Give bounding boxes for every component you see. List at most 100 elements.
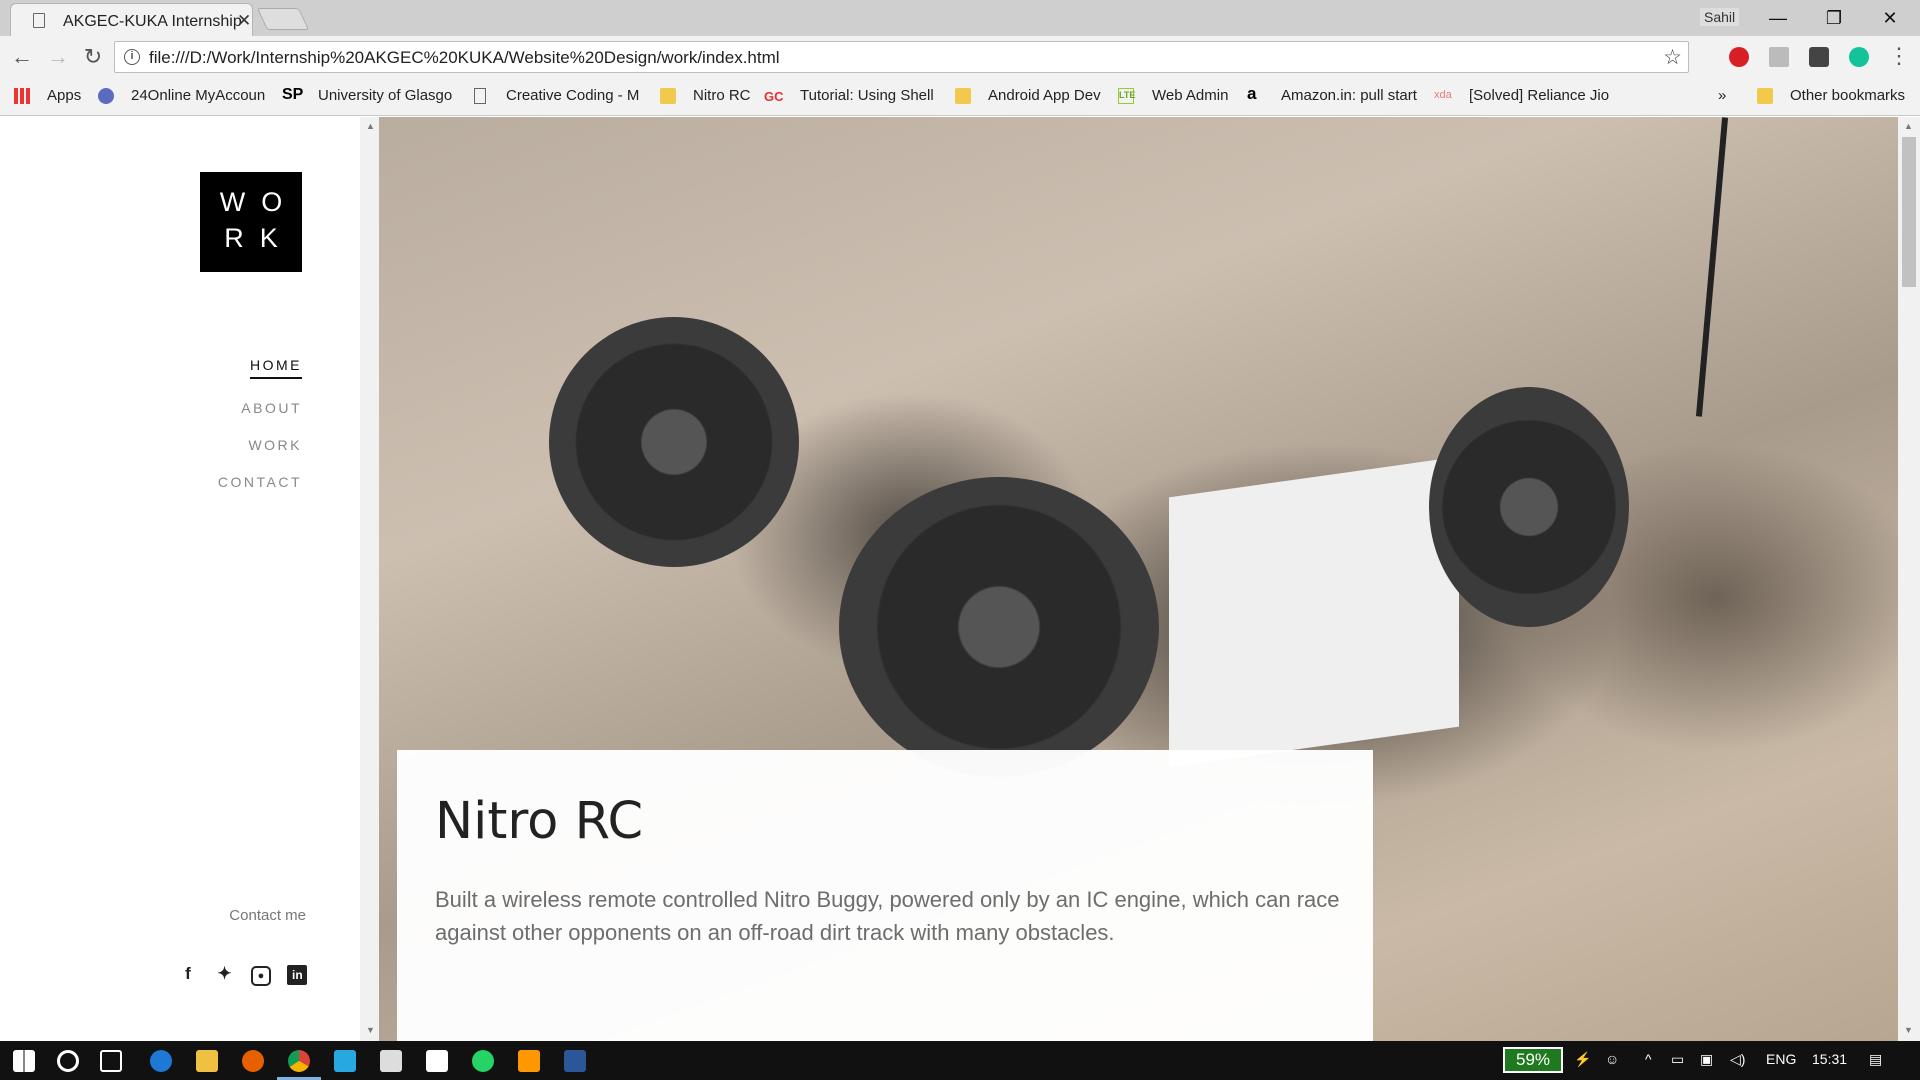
chrome-menu-icon[interactable]: ⋮ [1888, 43, 1910, 69]
people-icon[interactable]: ☺ [1605, 1051, 1619, 1067]
sidebar-scrollbar[interactable]: ▲ ▼ [360, 117, 379, 1041]
bookmark-creative-coding[interactable]: Creative Coding - M [506, 87, 639, 104]
project-title: Nitro RC [435, 792, 644, 851]
word-icon[interactable] [564, 1050, 586, 1072]
bookmarks-overflow-icon[interactable]: » [1718, 87, 1726, 104]
bookmark-web-admin[interactable]: Web Admin [1152, 87, 1228, 104]
reload-icon[interactable]: ↻ [79, 44, 107, 70]
sublime-text-icon[interactable] [518, 1050, 540, 1072]
linkedin-icon[interactable]: in [287, 965, 308, 985]
network-icon[interactable]: ▣ [1700, 1051, 1713, 1068]
page-icon [33, 13, 45, 28]
scroll-down-arrow-icon[interactable]: ▼ [1904, 1025, 1913, 1035]
minimize-button[interactable]: — [1754, 4, 1802, 32]
scrollbar-thumb[interactable] [1902, 137, 1916, 287]
page-icon [474, 88, 486, 104]
lte-icon: LTE [1118, 88, 1135, 104]
bookmark-apps[interactable]: Apps [47, 87, 81, 104]
keeper-icon[interactable] [1809, 47, 1829, 67]
restore-button[interactable]: ❐ [1810, 4, 1858, 32]
browser-toolbar: ← → ↻ i file:///D:/Work/Internship%20AKG… [0, 36, 1920, 78]
web-page: WO RK HOME ABOUT WORK CONTACT Contact me… [0, 117, 1920, 1041]
task-view-icon[interactable] [100, 1050, 122, 1072]
edge-icon[interactable] [150, 1050, 172, 1072]
language-indicator[interactable]: ENG [1766, 1051, 1796, 1067]
logo-line: WO [219, 187, 299, 217]
bookmark-reliance-jio[interactable]: [Solved] Reliance Jio [1469, 87, 1609, 104]
hero-image: Nitro RC Built a wireless remote control… [379, 117, 1898, 1041]
new-tab-button[interactable] [256, 8, 310, 30]
opera-vpn-icon[interactable] [1729, 47, 1749, 67]
rear-wheel [549, 317, 799, 567]
apps-grid-icon [14, 88, 30, 104]
logo-line: RK [224, 223, 294, 253]
nav-home[interactable]: HOME [250, 357, 302, 379]
bookmark-other-bookmarks[interactable]: Other bookmarks [1790, 87, 1905, 104]
gc-icon: GC [764, 89, 784, 104]
action-center-icon[interactable]: ▤ [1869, 1051, 1882, 1068]
scroll-down-arrow-icon[interactable]: ▼ [366, 1025, 375, 1035]
tab-title: AKGEC-KUKA Internship [63, 13, 242, 30]
work-logo[interactable]: WO RK [200, 172, 302, 272]
scroll-up-arrow-icon[interactable]: ▲ [1904, 121, 1913, 131]
whatsapp-icon[interactable] [472, 1050, 494, 1072]
forward-arrow-icon[interactable]: → [44, 44, 72, 70]
bookmark-24online[interactable]: 24Online MyAccoun [131, 87, 265, 104]
bookmark-tutorial-using-shell[interactable]: Tutorial: Using Shell [800, 87, 934, 104]
facebook-icon[interactable]: f [178, 964, 198, 984]
battery-indicator[interactable]: 59% [1503, 1047, 1563, 1073]
battery-tray-icon[interactable]: ▭ [1671, 1051, 1684, 1068]
firefox-icon[interactable] [242, 1050, 264, 1072]
extension-icon[interactable] [1769, 47, 1789, 67]
cortana-icon[interactable] [57, 1050, 79, 1072]
nav-contact[interactable]: CONTACT [218, 474, 302, 490]
back-arrow-icon[interactable]: ← [8, 44, 36, 70]
xda-icon: xda [1434, 89, 1452, 101]
scroll-up-arrow-icon[interactable]: ▲ [366, 121, 375, 131]
bookmark-star-icon[interactable]: ☆ [1663, 45, 1682, 70]
right-wheel [1429, 387, 1629, 627]
contact-me-label: Contact me [229, 907, 306, 924]
folder-icon [955, 88, 971, 104]
clock[interactable]: 15:31 [1812, 1051, 1847, 1067]
power-icon[interactable]: ⚡ [1574, 1051, 1591, 1068]
white-box [1169, 456, 1459, 768]
main-nav: HOME ABOUT WORK CONTACT [218, 357, 302, 511]
bookmark-nitro-rc[interactable]: Nitro RC [693, 87, 751, 104]
twitter-icon[interactable]: ✦ [214, 964, 234, 984]
windows-start-icon[interactable] [13, 1050, 35, 1072]
mail-icon[interactable] [426, 1050, 448, 1072]
app-l-icon[interactable] [334, 1050, 356, 1072]
url-text[interactable]: file:///D:/Work/Internship%20AKGEC%20KUK… [149, 48, 780, 68]
chrome-icon[interactable] [288, 1050, 310, 1072]
sp-logo-icon: SP [282, 86, 304, 103]
info-icon[interactable]: i [124, 49, 140, 65]
file-explorer-icon[interactable] [196, 1050, 218, 1072]
nav-work[interactable]: WORK [218, 437, 302, 453]
address-bar[interactable]: i file:///D:/Work/Internship%20AKGEC%20K… [114, 41, 1689, 73]
instagram-icon[interactable]: ● [250, 966, 271, 986]
bookmark-android-app-dev[interactable]: Android App Dev [988, 87, 1101, 104]
volume-icon[interactable]: ◁) [1730, 1051, 1745, 1068]
project-caption-card: Nitro RC Built a wireless remote control… [397, 750, 1373, 1041]
calculator-icon[interactable] [380, 1050, 402, 1072]
windows-taskbar: 59% ⚡ ☺ ^ ▭ ▣ ◁) ENG 15:31 ▤ [0, 1041, 1920, 1080]
bookmark-amazon[interactable]: Amazon.in: pull start [1281, 87, 1417, 104]
amazon-icon: a [1247, 84, 1257, 103]
project-description: Built a wireless remote controlled Nitro… [435, 887, 1340, 945]
front-wheel [839, 477, 1159, 777]
browser-tab[interactable]: AKGEC-KUKA Internship ✕ [10, 3, 253, 36]
folder-icon [660, 88, 676, 104]
bookmarks-bar: Apps 24Online MyAccoun SP University of … [0, 78, 1920, 116]
tab-close-icon[interactable]: ✕ [237, 11, 251, 31]
page-scrollbar[interactable]: ▲ ▼ [1898, 117, 1920, 1041]
close-window-button[interactable]: ✕ [1866, 4, 1914, 32]
profile-name[interactable]: Sahil [1700, 8, 1740, 26]
social-links: f ✦ ● in [178, 964, 319, 986]
bookmark-university-of-glasgow[interactable]: University of Glasgo [318, 87, 452, 104]
grammarly-icon[interactable] [1849, 47, 1869, 67]
show-hidden-icons-icon[interactable]: ^ [1645, 1051, 1652, 1067]
sidebar: WO RK HOME ABOUT WORK CONTACT Contact me… [0, 117, 360, 1041]
24online-icon [98, 88, 114, 104]
nav-about[interactable]: ABOUT [218, 400, 302, 416]
